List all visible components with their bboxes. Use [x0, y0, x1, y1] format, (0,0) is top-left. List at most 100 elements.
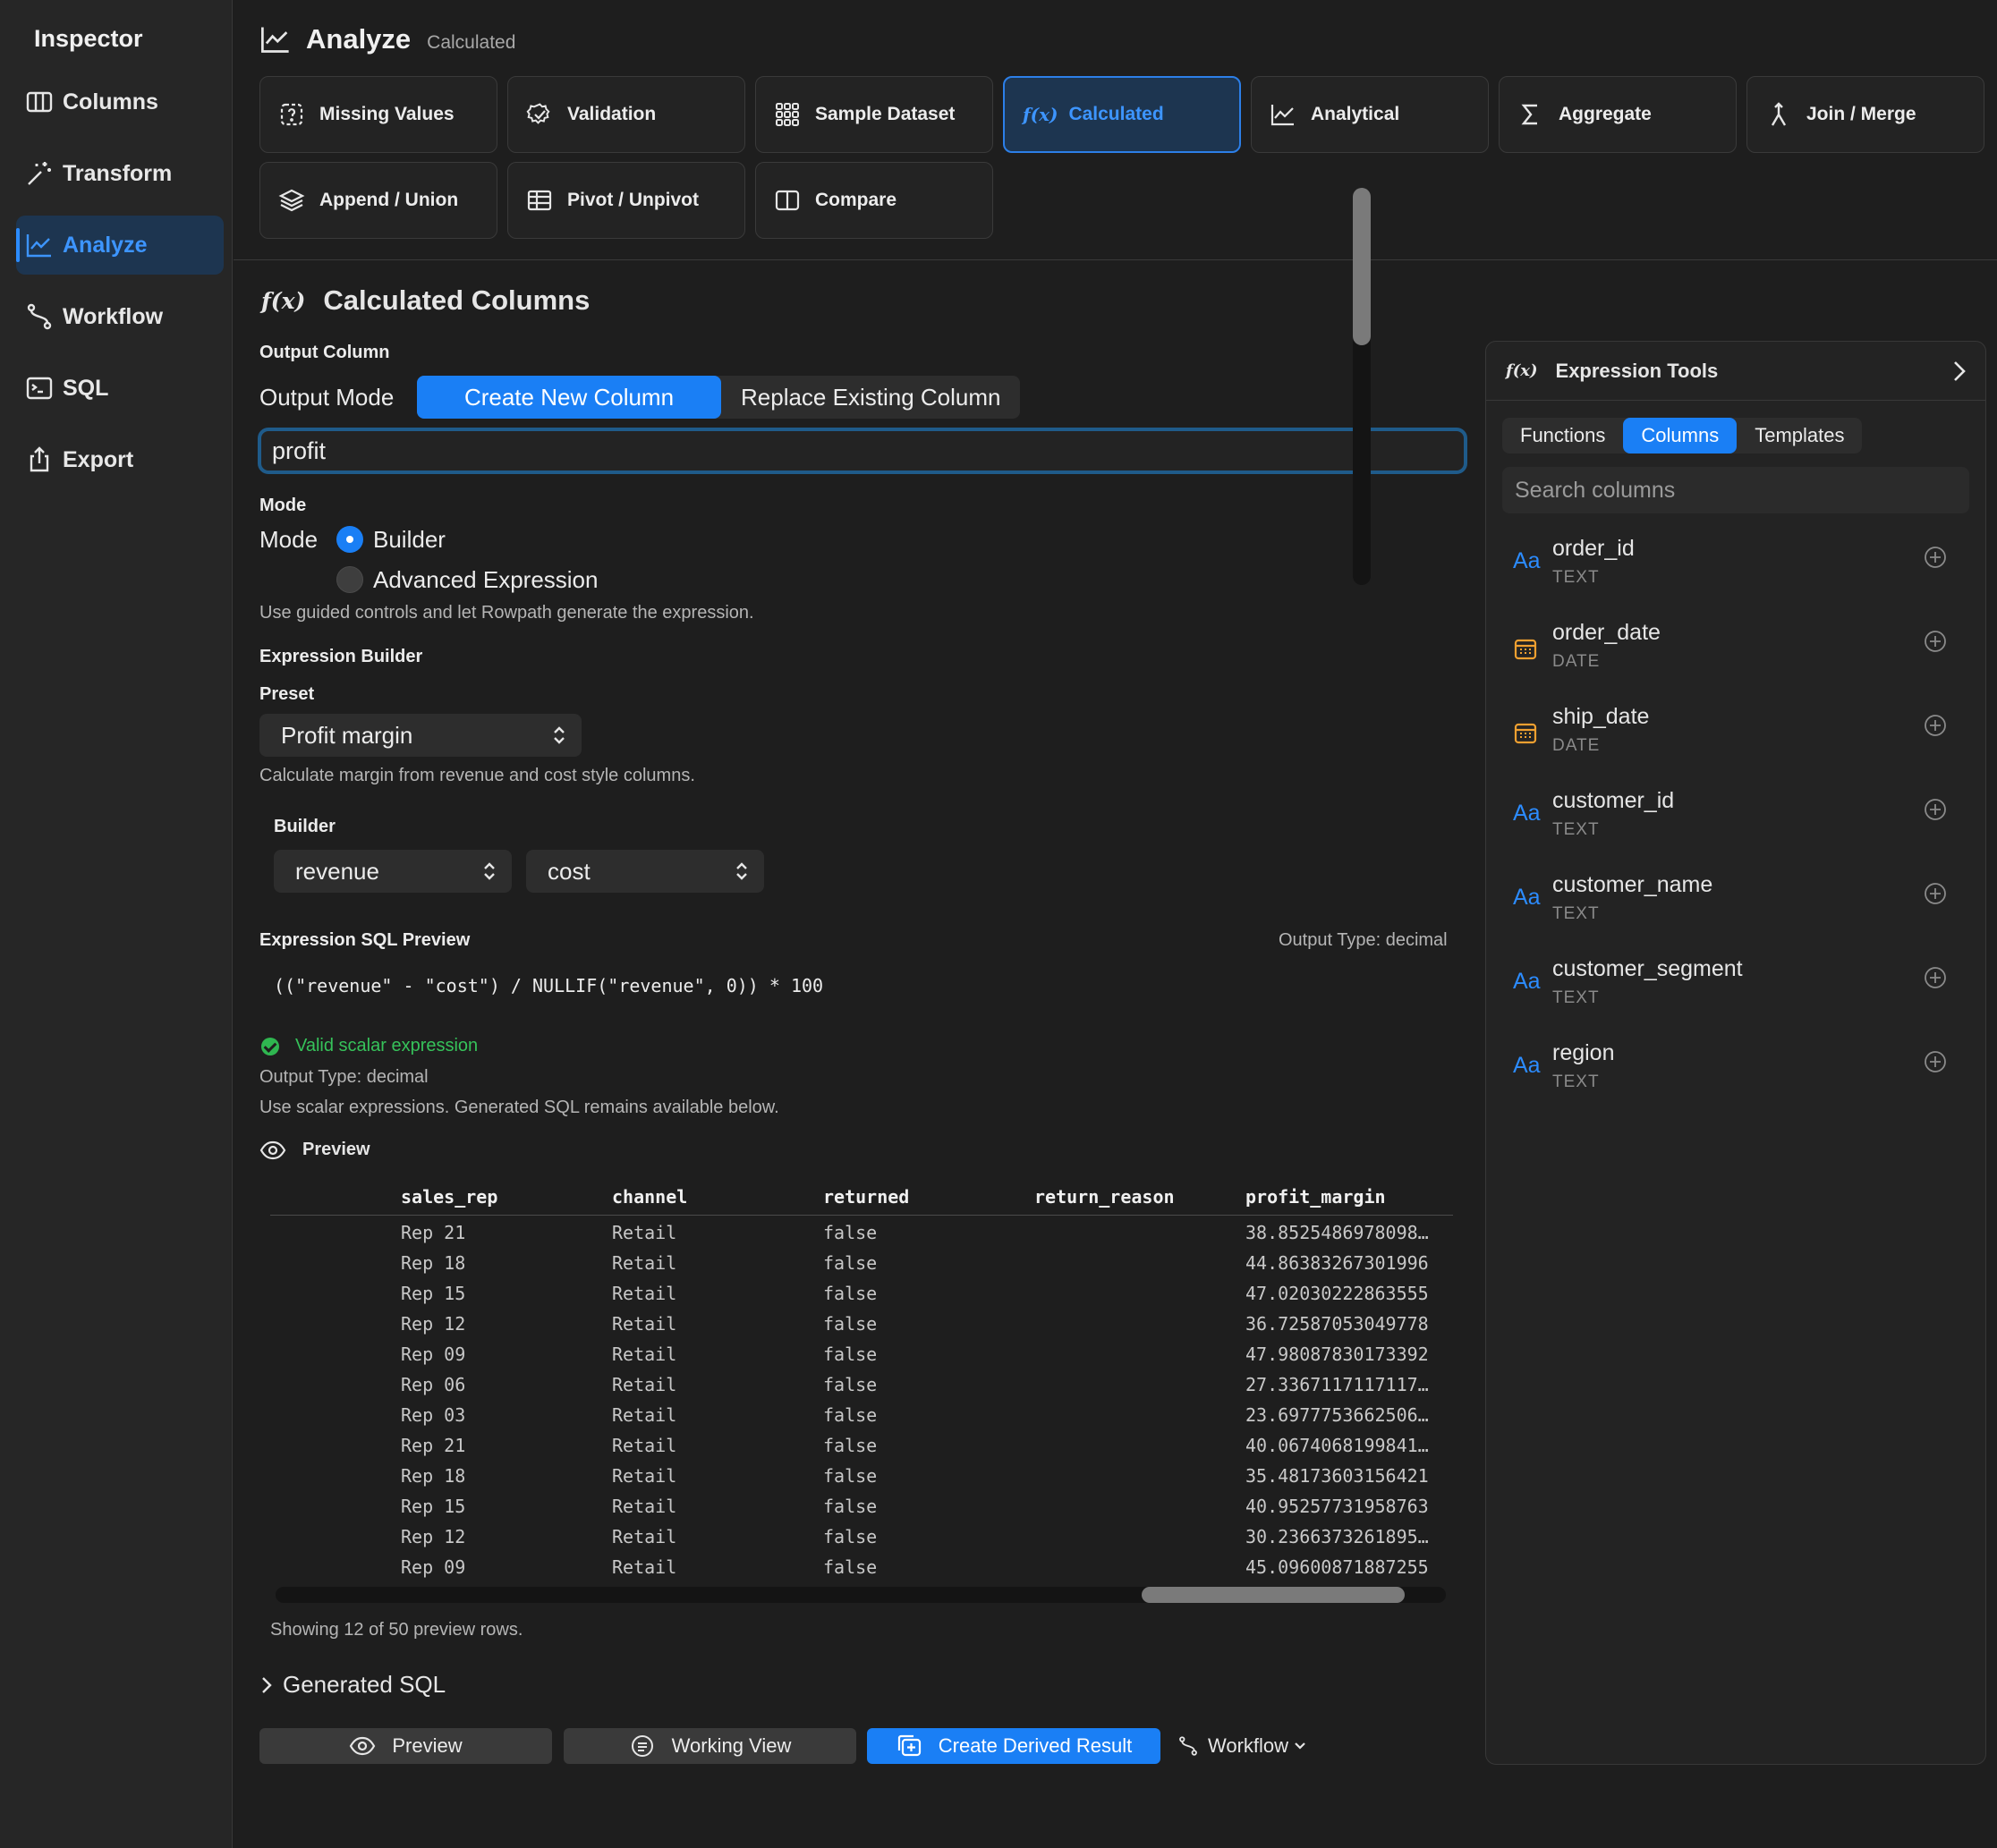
preset-select[interactable]: Profit margin	[259, 714, 582, 757]
horizontal-scrollbar[interactable]	[276, 1587, 1446, 1603]
table-row: Rep 03 Retail false 23.6977753662506…	[0, 1401, 1476, 1431]
mode-hint: Use guided controls and let Rowpath gene…	[259, 603, 754, 623]
tool-missing-values-button[interactable]: Missing Values	[259, 76, 497, 153]
table-cell-profit-margin: 47.98087830173392	[1245, 1344, 1429, 1365]
table-cell-sales-rep: Rep 18	[401, 1252, 466, 1274]
column-list-item[interactable]: order_date DATE	[1513, 620, 1951, 679]
add-circle-icon[interactable]	[1923, 881, 1948, 906]
table-row: Rep 21 Retail false 40.0674068199841…	[0, 1431, 1476, 1462]
column-list-item[interactable]: Aa order_id TEXT	[1513, 536, 1951, 595]
column-header[interactable]: channel	[612, 1186, 687, 1208]
sidebar-item-sql[interactable]: SQL	[16, 359, 224, 418]
table-cell-sales-rep: Rep 21	[401, 1435, 466, 1456]
table-cell-channel: Retail	[612, 1526, 677, 1547]
function-icon: f(x)	[1506, 361, 1538, 380]
tool-validation-button[interactable]: Validation	[507, 76, 745, 153]
output-column-label: Output Column	[259, 343, 390, 362]
scrollbar-thumb[interactable]	[1142, 1587, 1405, 1603]
builder-radio-label[interactable]: Builder	[373, 526, 446, 554]
tool-append-union-button[interactable]: Append / Union	[259, 162, 497, 239]
sidebar-item-export[interactable]: Export	[16, 430, 224, 489]
tab-templates[interactable]: Templates	[1737, 418, 1862, 454]
scrollbar-thumb[interactable]	[1353, 188, 1371, 345]
sidebar-item-columns[interactable]: Columns	[16, 72, 224, 131]
advanced-expression-radio[interactable]	[336, 566, 363, 593]
tool-analytical-button[interactable]: Analytical	[1251, 76, 1489, 153]
column-list-item[interactable]: Aa region TEXT	[1513, 1040, 1951, 1099]
column-list-item[interactable]: ship_date DATE	[1513, 704, 1951, 763]
column-list-item[interactable]: Aa customer_id TEXT	[1513, 788, 1951, 847]
create-derived-result-button[interactable]: Create Derived Result	[867, 1728, 1160, 1764]
sql-preview-label: Expression SQL Preview	[259, 930, 471, 950]
text-type-icon: Aa	[1513, 969, 1541, 994]
column-header[interactable]: profit_margin	[1245, 1186, 1386, 1208]
text-type-icon: Aa	[1513, 1053, 1541, 1078]
table-cell-profit-margin: 40.95257731958763	[1245, 1496, 1429, 1517]
tool-compare-button[interactable]: Compare	[755, 162, 993, 239]
table-cell-channel: Retail	[612, 1435, 677, 1456]
table-cell-returned: false	[823, 1252, 878, 1274]
create-new-column-option[interactable]: Create New Column	[417, 376, 721, 419]
table-cell-returned: false	[823, 1465, 878, 1487]
sidebar-item-label: Workflow	[63, 303, 164, 329]
columns-icon	[26, 91, 53, 113]
column-list-item[interactable]: Aa customer_segment TEXT	[1513, 956, 1951, 1015]
builder-left-select[interactable]: revenue	[274, 850, 512, 893]
tool-label: Missing Values	[319, 104, 455, 124]
preview-header: Preview	[259, 1140, 370, 1160]
table-cell-sales-rep: Rep 12	[401, 1313, 466, 1335]
text-type-icon: Aa	[1513, 548, 1541, 573]
table-cell-channel: Retail	[612, 1556, 677, 1578]
tool-pivot-unpivot-button[interactable]: Pivot / Unpivot	[507, 162, 745, 239]
share-icon	[30, 446, 49, 472]
tool-label: Join / Merge	[1806, 104, 1916, 124]
tool-aggregate-button[interactable]: Aggregate	[1499, 76, 1737, 153]
calendar-icon	[1513, 720, 1543, 750]
builder-right-select[interactable]: cost	[526, 850, 764, 893]
table-row: Rep 06 Retail false 27.3367117117117…	[0, 1370, 1476, 1401]
table-cell-returned: false	[823, 1556, 878, 1578]
tab-columns[interactable]: Columns	[1623, 418, 1738, 454]
add-circle-icon[interactable]	[1923, 797, 1948, 822]
column-list-item[interactable]: Aa customer_name TEXT	[1513, 872, 1951, 931]
sidebar-item-transform[interactable]: Transform	[16, 144, 224, 203]
sidebar-item-label: Transform	[63, 160, 173, 186]
preview-button[interactable]: Preview	[259, 1728, 552, 1764]
table-row: Rep 12 Retail false 36.72587053049778	[0, 1310, 1476, 1340]
tool-label: Validation	[567, 104, 657, 124]
add-circle-icon[interactable]	[1923, 965, 1948, 990]
column-header[interactable]: sales_rep	[401, 1186, 497, 1208]
column-header[interactable]: returned	[823, 1186, 909, 1208]
missing-values-icon	[280, 103, 303, 126]
search-columns-input[interactable]: Search columns	[1502, 467, 1969, 513]
builder-radio[interactable]	[336, 526, 363, 553]
sidebar-item-label: SQL	[63, 375, 109, 401]
tab-functions[interactable]: Functions	[1502, 418, 1623, 454]
add-circle-icon[interactable]	[1923, 629, 1948, 654]
generated-sql-disclosure[interactable]: Generated SQL	[259, 1671, 446, 1699]
tool-sample-dataset-button[interactable]: Sample Dataset	[755, 76, 993, 153]
workflow-menu-button[interactable]: Workflow	[1177, 1728, 1306, 1764]
valid-status: Valid scalar expression	[261, 1036, 478, 1056]
add-circle-icon[interactable]	[1923, 713, 1948, 738]
eye-icon	[350, 1736, 376, 1756]
expression-builder-label: Expression Builder	[259, 647, 423, 666]
output-column-input[interactable]: profit	[258, 428, 1467, 474]
chevron-right-icon[interactable]	[1950, 360, 1969, 383]
add-copy-icon	[897, 1734, 921, 1757]
column-list-scrollbar[interactable]	[1353, 188, 1371, 585]
table-cell-returned: false	[823, 1222, 878, 1243]
scalar-hint: Use scalar expressions. Generated SQL re…	[259, 1098, 779, 1117]
table-header-divider	[270, 1215, 1453, 1216]
advanced-expression-radio-label[interactable]: Advanced Expression	[373, 566, 598, 594]
replace-existing-column-option[interactable]: Replace Existing Column	[721, 376, 1020, 419]
column-header[interactable]: return_reason	[1034, 1186, 1175, 1208]
add-circle-icon[interactable]	[1923, 1049, 1948, 1074]
add-circle-icon[interactable]	[1923, 545, 1948, 570]
table-cell-profit-margin: 23.6977753662506…	[1245, 1404, 1429, 1426]
tool-calculated-button[interactable]: f(x) Calculated	[1003, 76, 1241, 153]
working-view-button[interactable]: Working View	[564, 1728, 856, 1764]
sidebar-item-analyze[interactable]: Analyze	[16, 216, 224, 275]
sidebar-item-workflow[interactable]: Workflow	[16, 287, 224, 346]
tool-join-merge-button[interactable]: Join / Merge	[1746, 76, 1984, 153]
